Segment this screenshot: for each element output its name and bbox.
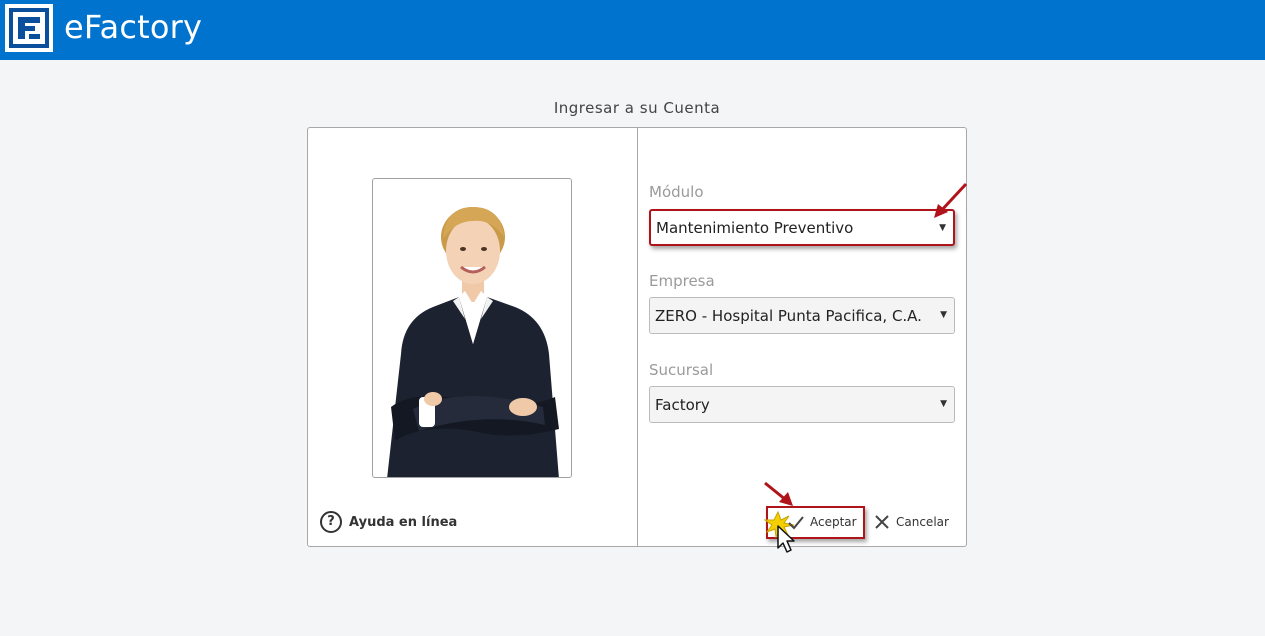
top-bar: eFactory: [0, 0, 1265, 60]
login-title: Ingresar a su Cuenta: [553, 99, 721, 117]
empresa-value: ZERO - Hospital Punta Pacifica, C.A.: [655, 306, 922, 325]
login-panel: ? Ayuda en línea Módulo Mantenimiento Pr…: [307, 127, 967, 553]
empresa-select[interactable]: ZERO - Hospital Punta Pacifica, C.A. ▼: [649, 297, 955, 334]
modulo-label: Módulo: [649, 183, 704, 201]
annotation-arrow-icon: [764, 481, 793, 506]
app-title: eFactory: [64, 8, 203, 46]
cancel-label: Cancelar: [896, 515, 949, 529]
help-question-icon: ?: [320, 511, 342, 533]
sucursal-value: Factory: [655, 395, 710, 414]
online-help-link[interactable]: ? Ayuda en línea: [320, 511, 457, 533]
panel-divider: [637, 128, 638, 546]
chevron-down-icon: ▼: [940, 399, 947, 409]
chevron-down-icon: ▼: [940, 310, 947, 320]
annotation-arrow-icon: [934, 182, 968, 218]
cancel-button[interactable]: Cancelar: [874, 510, 949, 534]
help-label: Ayuda en línea: [349, 514, 458, 530]
efactory-logo-icon: [5, 4, 53, 52]
user-photo: [372, 178, 572, 478]
modulo-select[interactable]: Mantenimiento Preventivo ▼: [649, 209, 955, 246]
sucursal-label: Sucursal: [649, 361, 714, 379]
chevron-down-icon: ▼: [939, 223, 946, 233]
empresa-label: Empresa: [649, 272, 715, 290]
mouse-cursor-icon: [777, 525, 795, 553]
accept-label: Aceptar: [810, 515, 857, 529]
modulo-value: Mantenimiento Preventivo: [656, 218, 854, 237]
sucursal-select[interactable]: Factory ▼: [649, 386, 955, 423]
close-icon: [875, 515, 889, 529]
